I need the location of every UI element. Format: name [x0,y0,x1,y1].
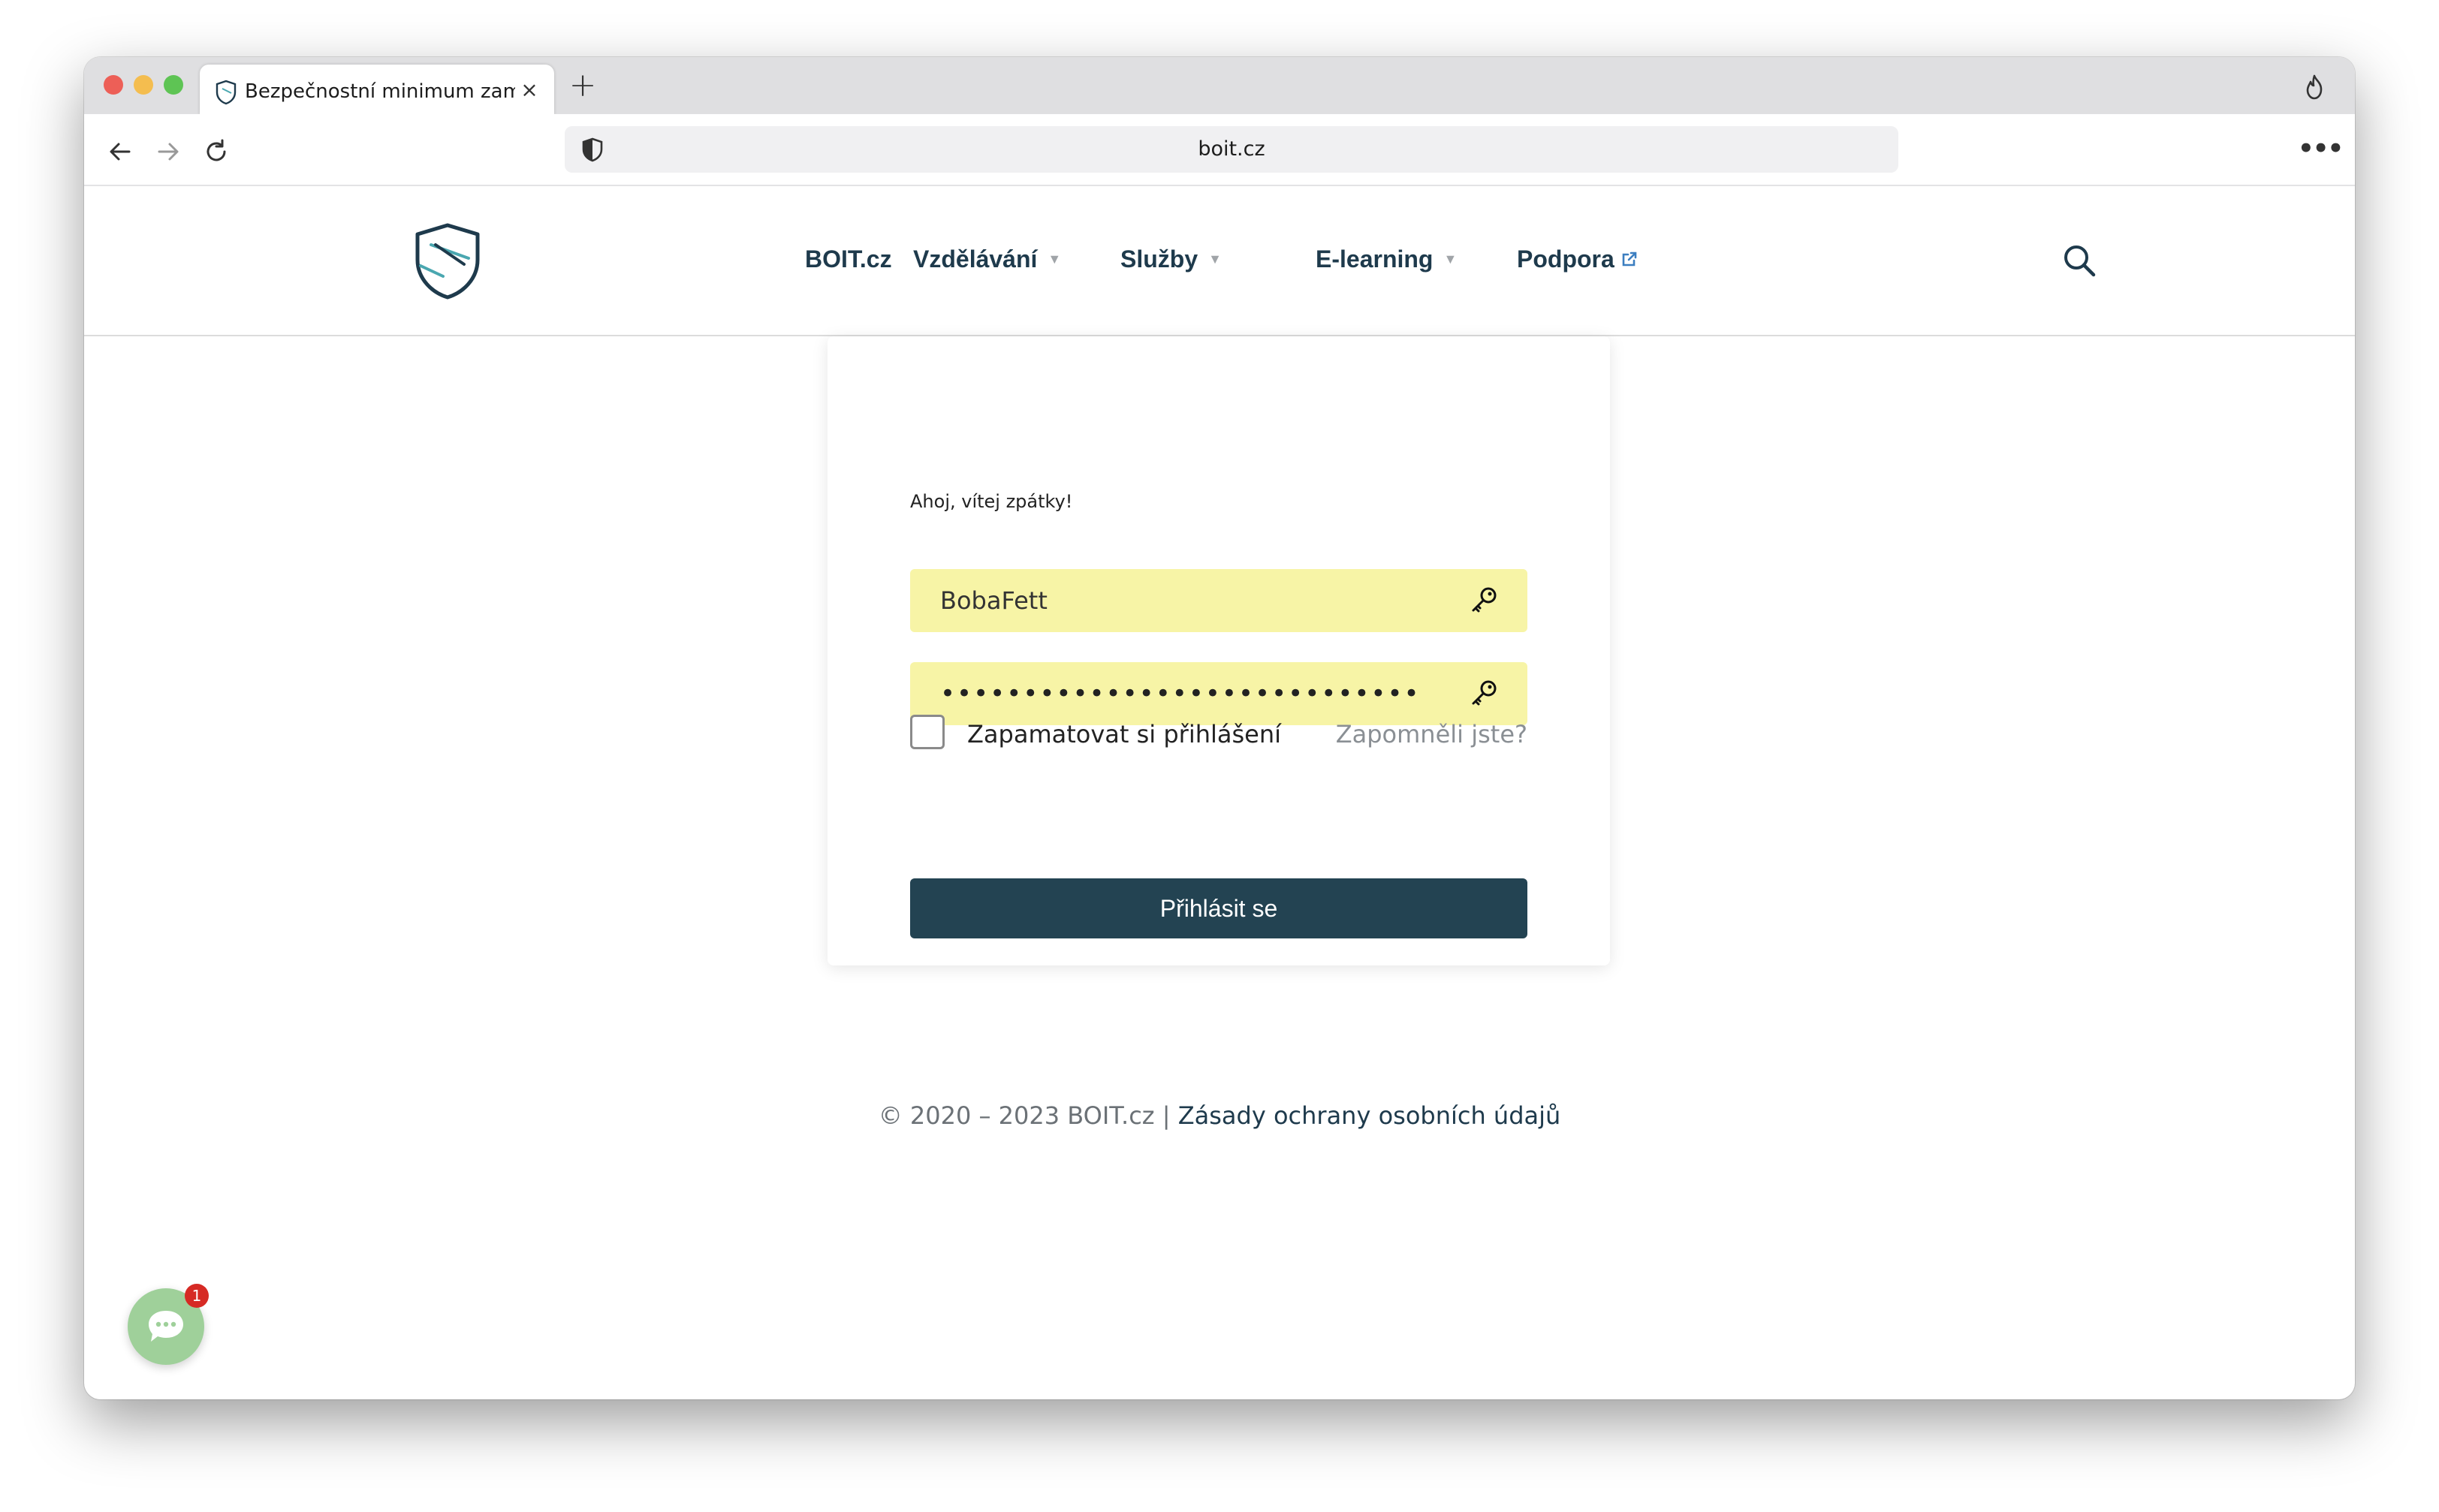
close-window-button[interactable] [104,75,123,95]
remember-label[interactable]: Zapamatovat si přihlášení [967,718,1281,751]
username-value[interactable]: BobaFett [940,569,1048,632]
nav-sluzby[interactable]: Služby ▼ [1120,242,1222,276]
chevron-down-icon: ▼ [1048,251,1062,267]
chevron-down-icon: ▼ [1208,251,1222,267]
notification-badge: 1 [185,1284,209,1308]
key-icon[interactable] [1469,586,1499,616]
main-nav: BOIT.cz Vzdělávání ▼ Služby ▼ E-learning ▼ … [84,186,2355,333]
tab-bar: Bezpečnostní minimum zaměstnance × + [84,57,2355,114]
forgot-password-link[interactable]: Zapomněli jste? [1336,718,1527,751]
shield-icon [216,80,237,105]
search-icon[interactable] [2062,243,2097,278]
minimize-window-button[interactable] [134,75,153,95]
external-link-icon [1622,251,1637,266]
tab-title: Bezpečnostní minimum zaměstnance [245,80,515,103]
more-options-icon[interactable]: ••• [2298,135,2344,162]
nav-label: BOIT.cz [805,245,892,273]
nav-boit[interactable]: BOIT.cz [805,242,892,276]
password-field[interactable]: ••••••••••••••••••••••••••••• [910,662,1527,725]
nav-label: Podpora [1517,245,1614,273]
maximize-window-button[interactable] [164,75,183,95]
chat-bubble-icon [149,1311,183,1342]
privacy-link[interactable]: Zásady ochrany osobních údajů [1178,1101,1561,1130]
address-bar[interactable]: boit.cz [565,126,1898,173]
footer: © 2020 – 2023 BOIT.cz | Zásady ochrany o… [84,1093,2355,1138]
new-tab-button[interactable]: + [568,69,598,102]
nav-e-learning[interactable]: E-learning ▼ [1316,242,1457,276]
nav-podpora[interactable]: Podpora [1517,242,1639,276]
site-header: BOIT.cz Vzdělávání ▼ Služby ▼ E-learning ▼ … [84,186,2355,336]
password-value[interactable]: ••••••••••••••••••••••••••••• [940,662,1421,725]
chevron-down-icon: ▼ [1443,251,1458,267]
greeting-text: Ahoj, vítej zpátky! [910,491,1073,512]
login-card: Ahoj, vítej zpátky! BobaFett •••••••••••… [828,336,1610,965]
nav-label: Vzdělávání [913,245,1038,273]
browser-window: Bezpečnostní minimum zaměstnance × + boi… [84,57,2355,1399]
close-tab-icon[interactable]: × [518,78,541,102]
flame-icon[interactable] [2301,74,2328,101]
nav-label: E-learning [1316,245,1434,273]
back-arrow-icon[interactable] [105,137,135,167]
username-field[interactable]: BobaFett [910,569,1527,632]
login-button[interactable]: Přihlásit se [910,878,1527,938]
forward-arrow-icon[interactable] [153,137,183,167]
tab-active[interactable]: Bezpečnostní minimum zaměstnance × [200,65,554,114]
reload-icon[interactable] [201,137,231,167]
nav-vzdelavani[interactable]: Vzdělávání ▼ [913,242,1061,276]
remember-checkbox[interactable] [910,715,945,749]
nav-label: Služby [1120,245,1198,273]
key-icon[interactable] [1469,679,1499,709]
url-text[interactable]: boit.cz [565,126,1898,173]
copyright-text: © 2020 – 2023 BOIT.cz | [878,1101,1178,1130]
